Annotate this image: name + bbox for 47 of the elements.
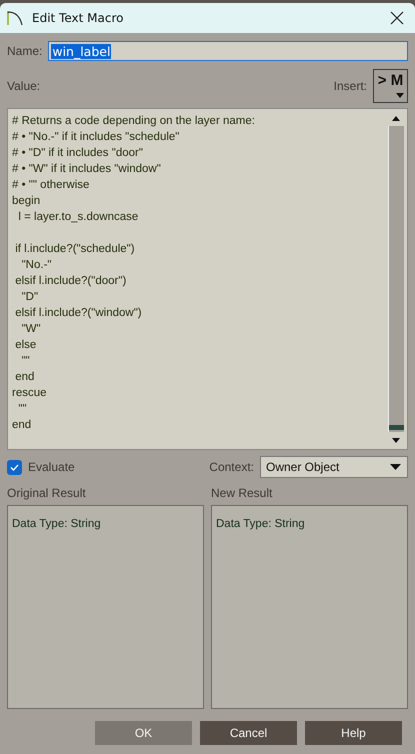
context-dropdown[interactable]: Owner Object bbox=[260, 456, 408, 478]
scrollbar[interactable] bbox=[388, 110, 404, 448]
check-icon bbox=[10, 464, 19, 470]
code-line: # • "W" if it includes "window" bbox=[12, 162, 162, 177]
result-text: Data Type: String bbox=[12, 518, 101, 530]
field-label: Value: bbox=[7, 79, 40, 93]
dialog-button[interactable]: Cancel bbox=[200, 721, 297, 745]
scroll-up-icon bbox=[392, 116, 400, 120]
caret-icon bbox=[390, 464, 401, 470]
code-line: elsif l.include?("door") bbox=[14, 274, 128, 289]
code-line: begin bbox=[12, 194, 42, 209]
code-line: "W" bbox=[20, 322, 42, 337]
code-line: elsif l.include?("window") bbox=[14, 306, 143, 321]
scroll-thumb[interactable] bbox=[389, 425, 404, 430]
code-line: # Returns a code depending on the layer name: bbox=[12, 114, 256, 129]
close-icon bbox=[390, 11, 404, 25]
dialog-button[interactable]: Help bbox=[305, 721, 402, 745]
result-heading: New Result bbox=[211, 486, 274, 500]
code-line: "" bbox=[17, 402, 28, 417]
code-line: end bbox=[14, 370, 36, 385]
app-logo-icon bbox=[6, 9, 24, 27]
code-line: "D" bbox=[20, 290, 40, 305]
name-field[interactable]: win_label bbox=[48, 41, 408, 61]
code-line: rescue bbox=[12, 386, 48, 401]
selected-text: win_label bbox=[51, 44, 112, 58]
field-label: Name: bbox=[7, 44, 42, 58]
dialog-button[interactable]: OK bbox=[95, 721, 192, 745]
scroll-down-icon bbox=[392, 438, 400, 442]
checkbox-label: Evaluate bbox=[28, 460, 75, 474]
code-line: l = layer.to_s.downcase bbox=[17, 210, 140, 225]
result-text: Data Type: String bbox=[216, 518, 305, 530]
code-line: end bbox=[12, 418, 32, 433]
code-line: else bbox=[14, 338, 38, 353]
caret-icon bbox=[396, 93, 404, 98]
code-line: # • "D" if it includes "door" bbox=[12, 146, 144, 161]
code-editor[interactable] bbox=[7, 108, 408, 450]
insert-label: Insert: bbox=[334, 79, 367, 93]
code-line: "" bbox=[20, 354, 31, 369]
result-heading: Original Result bbox=[7, 486, 87, 500]
code-line: # • "" otherwise bbox=[12, 178, 90, 193]
code-line: if l.include?("schedule") bbox=[14, 242, 136, 257]
code-line: # • "No.-" if it includes "schedule" bbox=[12, 130, 180, 145]
code-line: "No.-" bbox=[20, 258, 52, 273]
insert-macro-button[interactable]: > M bbox=[373, 69, 408, 103]
evaluate-checkbox[interactable] bbox=[7, 460, 22, 474]
window-title: Edit Text Macro bbox=[32, 11, 124, 25]
context-label: Context: bbox=[209, 460, 254, 474]
